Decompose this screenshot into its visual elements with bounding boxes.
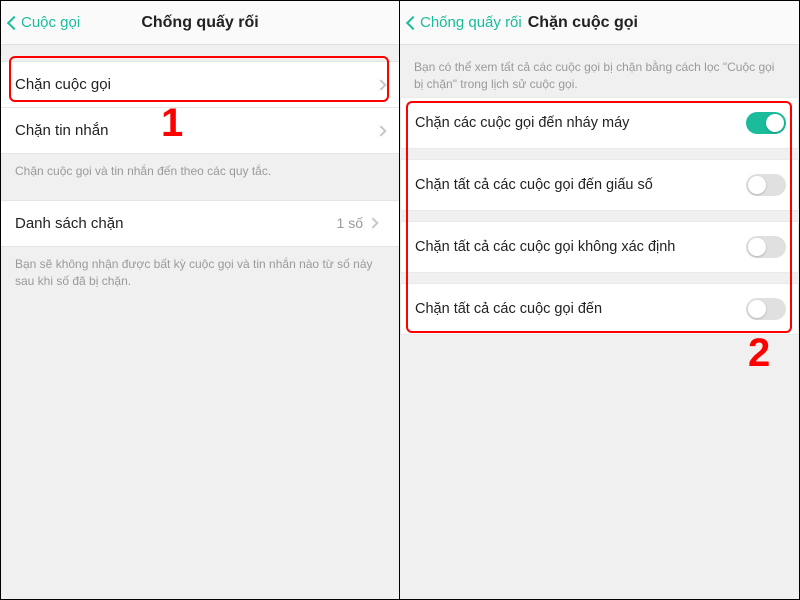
hint-text: Chặn cuộc gọi và tin nhắn đến theo các q… (1, 153, 399, 184)
header: Chống quấy rối Chặn cuộc gọi (400, 1, 799, 45)
back-button[interactable]: Cuộc gọi (9, 14, 80, 31)
toggle-row[interactable]: Chặn tất cả các cuộc gọi đến (400, 283, 799, 335)
toggle-label: Chặn tất cả các cuộc gọi không xác định (415, 239, 746, 255)
toggle-label: Chặn tất cả các cuộc gọi đến giấu số (415, 177, 746, 193)
dual-screenshot: Cuộc gọi Chống quấy rối Chặn cuộc gọi Ch… (0, 0, 800, 600)
chevron-left-icon (406, 15, 420, 29)
toggle-label: Chặn tất cả các cuộc gọi đến (415, 301, 746, 317)
screen-harassment-settings: Cuộc gọi Chống quấy rối Chặn cuộc gọi Ch… (1, 1, 400, 599)
row-block-calls[interactable]: Chặn cuộc gọi (1, 61, 399, 108)
back-button[interactable]: Chống quấy rối (408, 14, 522, 31)
hint-text: Bạn sẽ không nhận được bất kỳ cuộc gọi v… (1, 246, 399, 294)
header: Cuộc gọi Chống quấy rối (1, 1, 399, 45)
row-blocklist[interactable]: Danh sách chặn 1 số (1, 200, 399, 247)
blocklist-section: Danh sách chặn 1 số (1, 200, 399, 247)
blocklist-count: 1 số (337, 215, 363, 231)
annotation-number-2: 2 (748, 331, 770, 376)
toggle-list: Chặn các cuộc gọi đến nháy máy Chặn tất c… (400, 97, 799, 335)
back-label: Chống quấy rối (420, 14, 522, 31)
toggle-row[interactable]: Chặn tất cả các cuộc gọi đến giấu số (400, 159, 799, 211)
chevron-right-icon (367, 218, 378, 229)
page-title: Chặn cuộc gọi (528, 14, 638, 32)
toggle-knob (748, 300, 766, 318)
hint-text: Bạn có thể xem tất cả các cuộc gọi bị ch… (400, 45, 799, 97)
block-rules-section: Chặn cuộc gọi Chặn tin nhắn (1, 61, 399, 154)
toggle-switch[interactable] (746, 112, 786, 134)
chevron-left-icon (7, 15, 21, 29)
row-label: Chặn tin nhắn (15, 122, 108, 139)
screen-block-calls: Chống quấy rối Chặn cuộc gọi Bạn có thể … (400, 1, 799, 599)
chevron-right-icon (375, 79, 386, 90)
toggle-switch[interactable] (746, 174, 786, 196)
chevron-right-icon (375, 125, 386, 136)
toggle-row[interactable]: Chặn các cuộc gọi đến nháy máy (400, 97, 799, 149)
toggle-knob (748, 238, 766, 256)
row-block-sms[interactable]: Chặn tin nhắn (1, 107, 399, 154)
toggle-row[interactable]: Chặn tất cả các cuộc gọi không xác định (400, 221, 799, 273)
toggle-knob (766, 114, 784, 132)
toggle-switch[interactable] (746, 298, 786, 320)
toggle-switch[interactable] (746, 236, 786, 258)
toggle-knob (748, 176, 766, 194)
back-label: Cuộc gọi (21, 14, 80, 31)
row-label: Chặn cuộc gọi (15, 76, 111, 93)
toggle-label: Chặn các cuộc gọi đến nháy máy (415, 115, 746, 131)
row-label: Danh sách chặn (15, 215, 123, 232)
